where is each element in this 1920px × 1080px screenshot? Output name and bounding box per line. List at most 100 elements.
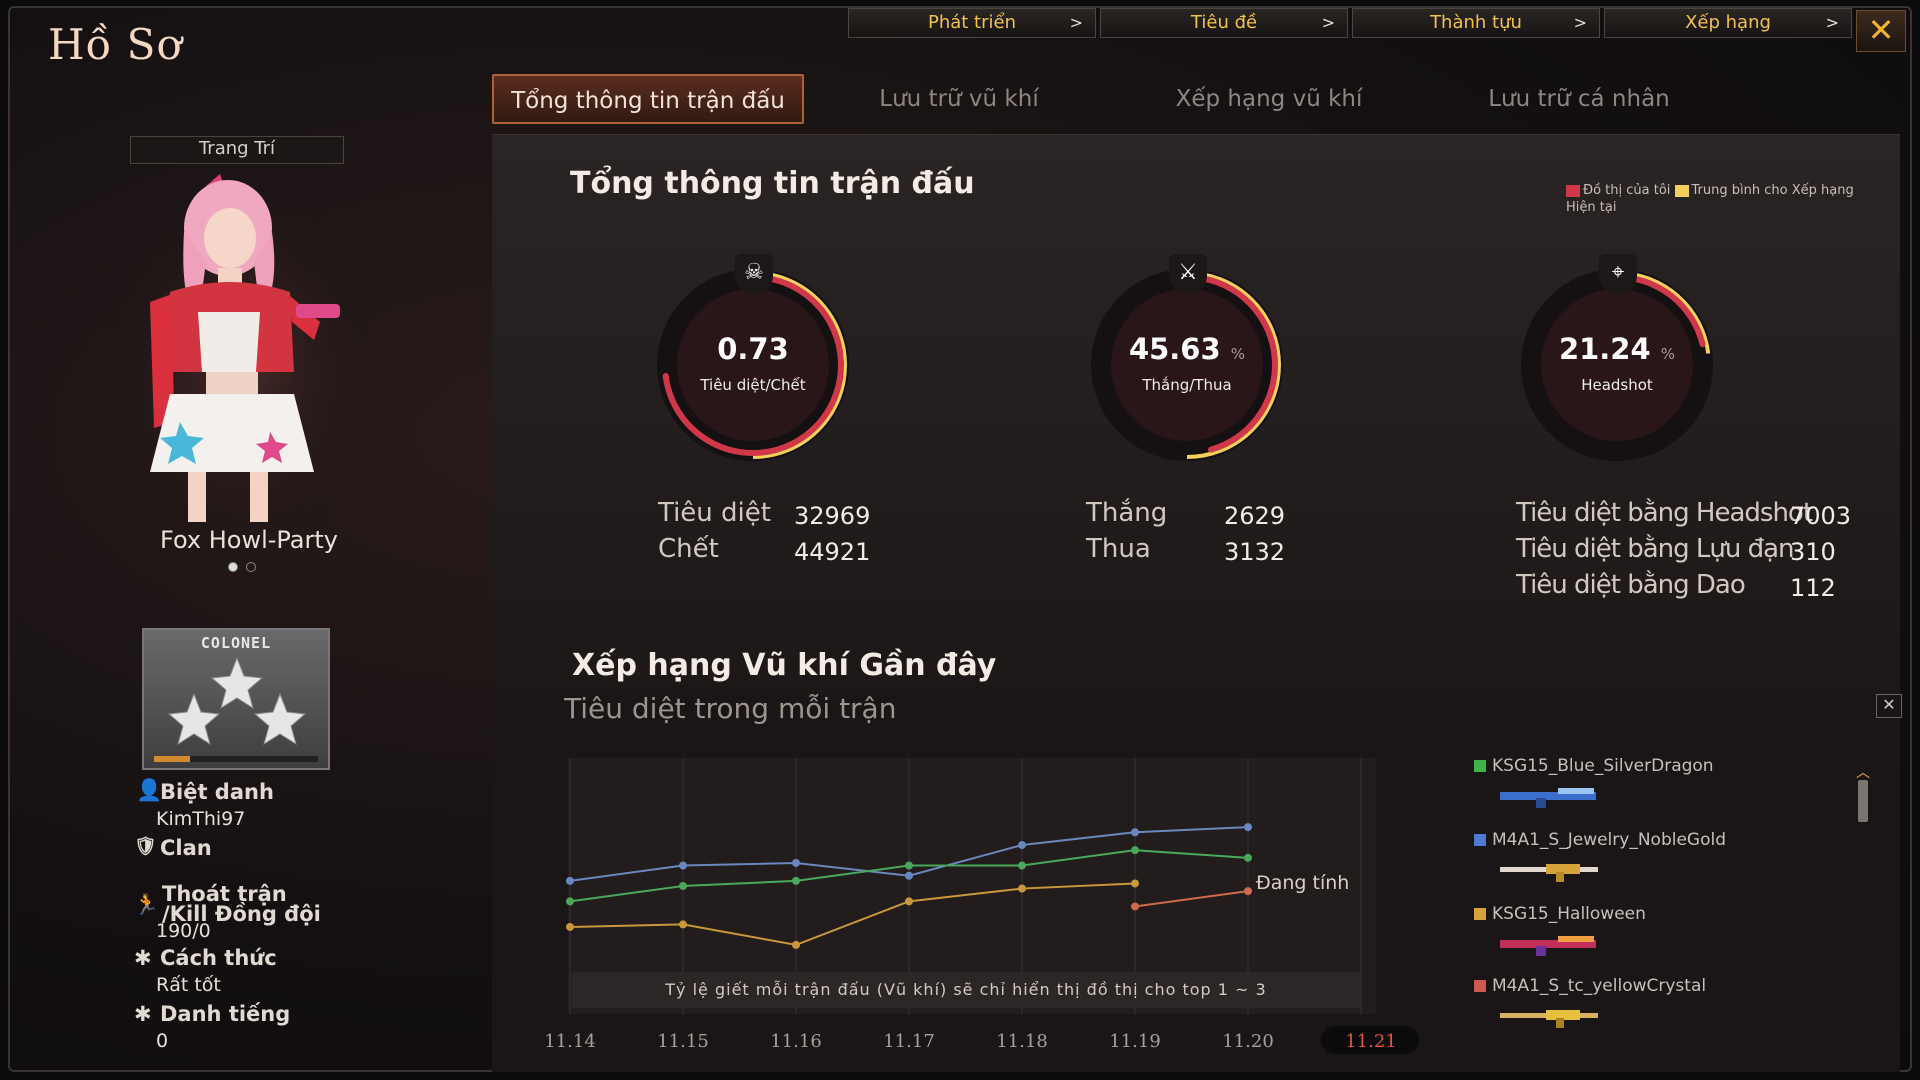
clan-icon: 🛡 bbox=[134, 836, 157, 857]
data-point[interactable] bbox=[1131, 828, 1139, 837]
data-point[interactable] bbox=[1244, 823, 1252, 832]
data-point[interactable] bbox=[1244, 887, 1252, 896]
scroll-thumb[interactable] bbox=[1858, 780, 1868, 822]
rank-name: COLONEL bbox=[200, 634, 272, 652]
nav-titles[interactable]: Tiêu đề > bbox=[1100, 8, 1348, 38]
rank-insignia: COLONEL bbox=[142, 628, 330, 770]
grenade-kills-value: 310 bbox=[1790, 538, 1836, 566]
crosshair-icon: ⌖ bbox=[1599, 254, 1637, 294]
x-tick-label[interactable]: 11.20 bbox=[1222, 1031, 1274, 1052]
weapon-swatch bbox=[1474, 980, 1486, 992]
kd-gauge: ☠ 0.73 Tiêu diệt/Chết bbox=[648, 254, 858, 470]
data-point[interactable] bbox=[679, 920, 687, 929]
data-point[interactable] bbox=[566, 897, 574, 906]
data-point[interactable] bbox=[1018, 861, 1026, 870]
headshot-kills-label: Tiêu diệt bằng Headshot bbox=[1516, 498, 1813, 528]
x-tick-label[interactable]: 11.19 bbox=[1109, 1031, 1161, 1052]
data-point[interactable] bbox=[679, 861, 687, 870]
x-tick-label[interactable]: 11.14 bbox=[544, 1031, 596, 1052]
chart-close-button[interactable]: ✕ bbox=[1876, 694, 1902, 718]
weapon-swatch bbox=[1474, 908, 1486, 920]
legend-mine-swatch bbox=[1566, 184, 1580, 197]
tab-weapon-ranking[interactable]: Xếp hạng vũ khí bbox=[1114, 74, 1424, 124]
deaths-label: Chết bbox=[658, 534, 719, 564]
data-point[interactable] bbox=[679, 882, 687, 890]
headshot-unit: % bbox=[1660, 345, 1676, 363]
kd-label: Tiêu diệt/Chết bbox=[700, 376, 806, 394]
carousel-dot[interactable] bbox=[228, 562, 238, 572]
nav-development[interactable]: Phát triển > bbox=[848, 8, 1096, 38]
weapon-legend-item[interactable]: KSG15_Halloween bbox=[1474, 904, 1646, 924]
legend-mine-label: Đồ thị của tôi bbox=[1583, 183, 1671, 198]
data-point[interactable] bbox=[1131, 879, 1139, 888]
nav-achievements[interactable]: Thành tựu > bbox=[1352, 8, 1600, 38]
chevron-right-icon: > bbox=[1825, 13, 1839, 32]
losses-value: 3132 bbox=[1224, 538, 1286, 566]
x-tick-label[interactable]: 11.17 bbox=[883, 1031, 935, 1052]
decor-button[interactable]: Trang Trí bbox=[130, 136, 344, 164]
headshot-gauge: ⌖ 21.24 % Headshot bbox=[1512, 254, 1722, 470]
weapon-legend-item[interactable]: M4A1_S_tc_yellowCrystal bbox=[1474, 976, 1706, 996]
data-point[interactable] bbox=[792, 940, 800, 949]
x-tick-label[interactable]: 11.18 bbox=[996, 1031, 1048, 1052]
data-point[interactable] bbox=[1131, 846, 1139, 855]
wins-value: 2629 bbox=[1224, 502, 1286, 530]
chart-x-ticks: 11.14 11.15 11.16 11.17 11.18 11.19 11.20 11.21 bbox=[544, 1026, 1419, 1054]
data-point[interactable] bbox=[1244, 853, 1252, 862]
winrate-number: 45.63 bbox=[1128, 332, 1221, 366]
scroll-up-icon[interactable]: ︿ bbox=[1856, 762, 1870, 782]
kills-label: Tiêu diệt bbox=[658, 498, 771, 528]
tab-weapon-archive[interactable]: Lưu trữ vũ khí bbox=[804, 74, 1114, 124]
chevron-right-icon: > bbox=[1069, 13, 1083, 32]
weapon-name: KSG15_Blue_SilverDragon bbox=[1492, 756, 1714, 776]
kills-value: 32969 bbox=[794, 502, 871, 530]
rifle-icon bbox=[1500, 1010, 1598, 1028]
data-point[interactable] bbox=[792, 876, 800, 885]
nav-ranking[interactable]: Xếp hạng > bbox=[1604, 8, 1852, 38]
x-tick-label[interactable]: 11.21 bbox=[1345, 1031, 1397, 1052]
x-tick-label[interactable]: 11.15 bbox=[657, 1031, 709, 1052]
star-icon: ✱ bbox=[134, 1002, 152, 1026]
kd-value: 0.73 bbox=[648, 332, 858, 366]
data-point[interactable] bbox=[792, 858, 800, 867]
fame-label: Danh tiếng bbox=[160, 1002, 291, 1026]
x-tick-label[interactable]: 11.16 bbox=[770, 1031, 822, 1052]
headshot-label: Headshot bbox=[1581, 376, 1653, 394]
headshot-value: 21.24 % bbox=[1512, 332, 1722, 366]
quit-teamkill-value: 190/0 bbox=[156, 920, 211, 942]
style-label: Cách thức bbox=[160, 946, 277, 970]
data-point[interactable] bbox=[566, 876, 574, 885]
deaths-value: 44921 bbox=[794, 538, 871, 566]
data-point[interactable] bbox=[566, 922, 574, 931]
colonel-stars-icon bbox=[167, 656, 307, 746]
data-point[interactable] bbox=[1018, 841, 1026, 850]
data-point[interactable] bbox=[1131, 902, 1139, 911]
weapon-rank-subtitle: Tiêu diệt trong mỗi trận bbox=[564, 692, 897, 725]
data-point[interactable] bbox=[905, 861, 913, 870]
winrate-value: 45.63 % bbox=[1082, 332, 1292, 366]
weapon-legend-item[interactable]: KSG15_Blue_SilverDragon bbox=[1474, 756, 1714, 776]
kd-number: 0.73 bbox=[717, 332, 789, 366]
character-image bbox=[110, 172, 370, 532]
tab-bar: Tổng thông tin trận đấu Lưu trữ vũ khí X… bbox=[492, 74, 1734, 124]
top-nav: Phát triển > Tiêu đề > Thành tựu > Xếp hạng… bbox=[848, 8, 1852, 38]
data-point[interactable] bbox=[1018, 884, 1026, 893]
tab-personal-archive[interactable]: Lưu trữ cá nhân bbox=[1424, 74, 1734, 124]
carousel-dot[interactable] bbox=[246, 562, 256, 572]
crossed-swords-icon: ⚔ bbox=[1169, 254, 1207, 294]
running-man-icon: 🏃 bbox=[134, 892, 159, 916]
knife-kills-value: 112 bbox=[1790, 574, 1836, 602]
nav-label: Tiêu đề bbox=[1190, 12, 1258, 33]
nav-label: Xếp hạng bbox=[1685, 12, 1771, 33]
shotgun-icon bbox=[1500, 936, 1596, 956]
weapon-list-scrollbar[interactable]: ︿ bbox=[1856, 762, 1870, 1040]
data-point[interactable] bbox=[905, 871, 913, 880]
data-point[interactable] bbox=[905, 897, 913, 906]
close-button[interactable]: ✕ bbox=[1856, 10, 1906, 52]
weapon-name: KSG15_Halloween bbox=[1492, 904, 1646, 924]
weapon-legend-item[interactable]: M4A1_S_Jewelry_NobleGold bbox=[1474, 830, 1726, 850]
nickname-label: Biệt danh bbox=[160, 780, 274, 804]
fame-value: 0 bbox=[156, 1030, 169, 1052]
tab-match-overview[interactable]: Tổng thông tin trận đấu bbox=[492, 74, 804, 124]
page-title: Hồ Sơ bbox=[48, 20, 183, 69]
